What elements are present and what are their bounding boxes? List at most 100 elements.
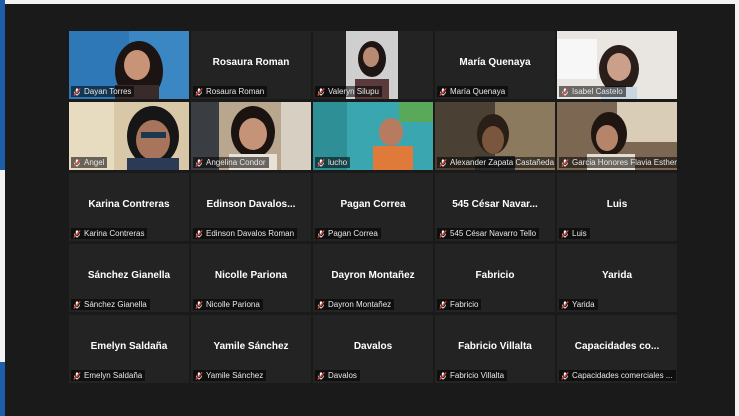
muted-mic-icon [195,229,203,238]
participant-tile[interactable]: Pagan Correa Pagan Correa [313,173,433,241]
participant-tile[interactable]: Emelyn Saldaña Emelyn Saldaña [69,315,189,383]
participant-tile[interactable]: Garcia Honores Flavia Esther [557,102,677,170]
participant-name: Angelina Condor [206,158,266,167]
participant-display-name: Luis [606,199,628,210]
participant-tile[interactable]: Edinson Davalos... Edinson Davalos Roman [191,173,311,241]
participant-tile[interactable]: Rosaura Roman Rosaura Roman [191,31,311,99]
participant-name-label: Capacidades comerciales ... [559,370,676,381]
muted-mic-icon [317,300,325,309]
participant-name: Garcia Honores Flavia Esther [572,158,677,167]
participant-name: Angel [84,158,105,167]
participant-name: María Quenaya [450,87,506,96]
participant-name: 545 César Navarro Tello [450,229,537,238]
participant-name: Davalos [328,371,357,380]
participant-tile[interactable]: 545 César Navar... 545 César Navarro Tel… [435,173,555,241]
participant-name: Dayan Torres [84,87,132,96]
participant-name: Dayron Montañez [328,300,392,309]
participant-name: Yamile Sánchez [206,371,264,380]
participant-display-name: Capacidades co... [574,341,660,352]
participant-name: Edinson Davalos Roman [206,229,295,238]
participant-tile[interactable]: Davalos Davalos [313,315,433,383]
participant-tile[interactable]: Isabel Castelo [557,31,677,99]
participant-tile[interactable]: Dayan Torres [69,31,189,99]
desktop-edge [0,0,5,170]
participant-display-name: Dayron Montañez [331,270,415,281]
participant-tile[interactable]: Yarida Yarida [557,244,677,312]
participant-name-label: Fabricio Villalta [437,370,508,381]
participant-name: lucho [328,158,348,167]
participant-tile[interactable]: María Quenaya María Quenaya [435,31,555,99]
participant-display-name: Rosaura Roman [212,57,290,68]
participant-name: Luis [572,229,587,238]
participant-display-name: Fabricio [475,270,515,281]
muted-mic-icon [73,229,81,238]
muted-mic-icon [439,87,447,96]
muted-mic-icon [317,229,325,238]
participant-name-label: Alexander Zapata Castañeda [437,157,555,168]
participant-tile[interactable]: Angel [69,102,189,170]
muted-mic-icon [561,300,569,309]
participant-display-name: María Quenaya [459,57,531,68]
participant-tile[interactable]: Capacidades co... Capacidades comerciale… [557,315,677,383]
participant-tile[interactable]: Valeryn Silupu [313,31,433,99]
participant-tile[interactable]: Angelina Condor [191,102,311,170]
participant-name: Alexander Zapata Castañeda [450,158,555,167]
window-edge-right [735,0,739,416]
participant-name-label: Dayron Montañez [315,299,395,310]
participant-display-name: Yarida [601,270,633,281]
participant-name: Yarida [572,300,595,309]
muted-mic-icon [439,158,447,167]
muted-mic-icon [73,87,81,96]
participant-display-name: 545 César Navar... [452,199,538,210]
participant-tile[interactable]: lucho [313,102,433,170]
participant-name-label: Davalos [315,370,360,381]
participant-display-name: Nicolle Pariona [214,270,288,281]
participant-name-label: Yamile Sánchez [193,370,267,381]
participant-tile[interactable]: Karina Contreras Karina Contreras [69,173,189,241]
muted-mic-icon [317,87,325,96]
participant-name: Capacidades comerciales ... [572,371,673,380]
participant-name-label: Pagan Correa [315,228,381,239]
participant-name: Nicolle Pariona [206,300,260,309]
muted-mic-icon [73,300,81,309]
participant-tile[interactable]: Sánchez Gianella Sánchez Gianella [69,244,189,312]
desktop-edge [0,362,5,416]
participant-tile[interactable]: Yamile Sánchez Yamile Sánchez [191,315,311,383]
participant-name: Rosaura Roman [206,87,265,96]
participant-display-name: Davalos [353,341,393,352]
participant-tile[interactable]: Fabricio Villalta Fabricio Villalta [435,315,555,383]
muted-mic-icon [561,371,569,380]
participant-name-label: Edinson Davalos Roman [193,228,298,239]
participant-name: Fabricio Villalta [450,371,505,380]
desktop-edge [0,170,5,362]
participant-name-label: Fabricio [437,299,482,310]
participant-name: Valeryn Silupu [328,87,379,96]
participant-name-label: Isabel Castelo [559,86,626,97]
participant-tile[interactable]: Luis Luis [557,173,677,241]
participant-name-label: Yarida [559,299,598,310]
participant-name-label: Angel [71,157,108,168]
muted-mic-icon [73,158,81,167]
muted-mic-icon [439,300,447,309]
participant-tile[interactable]: Nicolle Pariona Nicolle Pariona [191,244,311,312]
participant-name-label: Valeryn Silupu [315,86,382,97]
muted-mic-icon [195,87,203,96]
window-edge-top [0,0,739,4]
muted-mic-icon [439,229,447,238]
participant-tile[interactable]: Fabricio Fabricio [435,244,555,312]
participant-name-label: Dayan Torres [71,86,135,97]
participant-tile[interactable]: Dayron Montañez Dayron Montañez [313,244,433,312]
participant-name-label: Emelyn Saldaña [71,370,146,381]
participant-display-name: Emelyn Saldaña [90,341,168,352]
muted-mic-icon [317,371,325,380]
participant-display-name: Edinson Davalos... [206,199,296,210]
muted-mic-icon [561,158,569,167]
participant-display-name: Pagan Correa [340,199,406,210]
participant-display-name: Karina Contreras [88,199,170,210]
gallery-grid: Dayan Torres Rosaura Roman Rosaura Roman … [69,31,677,383]
participant-name-label: 545 César Navarro Tello [437,228,540,239]
participant-display-name: Yamile Sánchez [213,341,289,352]
participant-name: Sánchez Gianella [84,300,147,309]
participant-name-label: Sánchez Gianella [71,299,150,310]
participant-tile[interactable]: Alexander Zapata Castañeda [435,102,555,170]
